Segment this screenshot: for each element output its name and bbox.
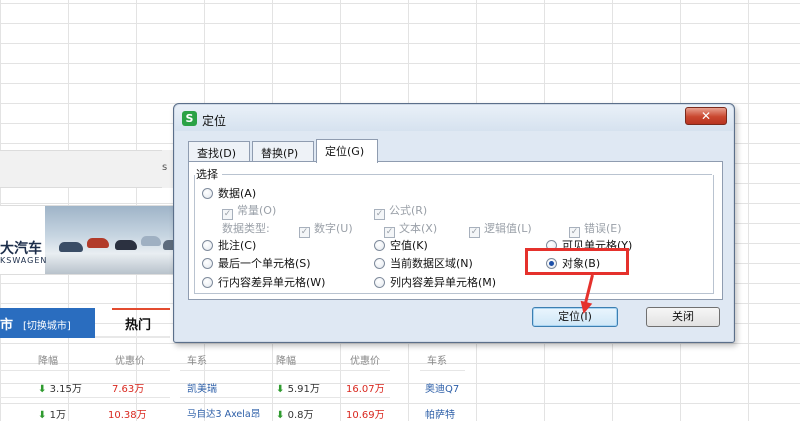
data-type-label: 数据类型: <box>222 222 270 235</box>
radio-icon <box>374 277 385 288</box>
close-dialog-button[interactable]: 关闭 <box>646 307 720 327</box>
group-divider <box>222 174 712 175</box>
radio-icon <box>374 258 385 269</box>
col-header-price: 优惠价 <box>350 356 380 367</box>
radio-blank[interactable]: 空值(K) <box>374 237 428 253</box>
col-header-series: 车系 <box>427 356 447 367</box>
checkbox-icon: ✓ <box>374 209 385 220</box>
radio-comment[interactable]: 批注(C) <box>202 237 256 253</box>
checkbox-icon: ✓ <box>222 209 233 220</box>
highlight-box <box>525 248 629 275</box>
table-row: ⬇ 5.91万 <box>276 384 320 395</box>
down-arrow-icon: ⬇ <box>276 410 285 421</box>
locate-button[interactable]: 定位(I) <box>532 307 618 327</box>
close-button[interactable]: ✕ <box>685 107 727 125</box>
check-logical[interactable]: ✓ 逻辑值(L) <box>469 220 532 238</box>
tab-replace[interactable]: 替换(P) <box>252 141 314 162</box>
car-series-link[interactable]: 马自达3 Axela昂 <box>187 406 260 420</box>
down-arrow-icon: ⬇ <box>38 410 47 421</box>
car-series-link[interactable]: 奥迪Q7 <box>425 380 459 395</box>
check-formula[interactable]: ✓ 公式(R) <box>374 202 427 220</box>
col-header-price: 优惠价 <box>115 356 145 367</box>
banner-image <box>45 206 185 274</box>
down-arrow-icon: ⬇ <box>38 384 47 395</box>
price-cell: 16.07万 <box>346 384 385 395</box>
price-cell: 7.63万 <box>112 384 145 395</box>
radio-icon <box>202 240 213 251</box>
col-header-drop: 降幅 <box>276 356 296 367</box>
radio-icon <box>374 240 385 251</box>
wps-app-icon: S <box>182 111 197 126</box>
radio-last-cell[interactable]: 最后一个单元格(S) <box>202 255 311 271</box>
radio-current-region[interactable]: 当前数据区域(N) <box>374 255 473 271</box>
tab-goto[interactable]: 定位(G) <box>316 139 378 163</box>
table-row: ⬇ 0.8万 <box>276 410 314 421</box>
radio-data[interactable]: 数据(A) <box>202 185 256 201</box>
city-label: 市 <box>0 318 14 333</box>
checkbox-icon: ✓ <box>299 227 310 238</box>
radio-row-diff[interactable]: 行内容差异单元格(W) <box>202 274 325 290</box>
switch-city-link[interactable]: [切换城市] <box>23 321 71 332</box>
radio-icon <box>202 277 213 288</box>
select-group-label: 选择 <box>196 168 218 181</box>
check-text[interactable]: ✓ 文本(X) <box>384 220 437 238</box>
col-header-series: 车系 <box>187 356 207 367</box>
tab-find[interactable]: 查找(D) <box>188 141 250 162</box>
radio-icon <box>202 188 213 199</box>
check-error[interactable]: ✓ 错误(E) <box>569 220 622 238</box>
price-cell: 10.38万 <box>108 410 147 421</box>
radio-col-diff[interactable]: 列内容差异单元格(M) <box>374 274 496 290</box>
grey-band <box>0 150 185 188</box>
price-cell: 10.69万 <box>346 410 385 421</box>
check-number[interactable]: ✓ 数字(U) <box>299 220 353 238</box>
car-series-link[interactable]: 帕萨特 <box>425 406 455 421</box>
check-constant[interactable]: ✓ 常量(O) <box>222 202 276 220</box>
dialog-title: 定位 <box>202 114 227 128</box>
dialog-title-bar[interactable]: S 定位 ✕ <box>175 105 733 131</box>
car-series-link[interactable]: 凯美瑞 <box>187 380 217 395</box>
hot-tab-underline <box>112 308 170 310</box>
city-selector[interactable]: 市 [切换城市] <box>0 308 95 338</box>
brand-subtitle: KSWAGEN <box>0 256 48 265</box>
brand-title: 大汽车 <box>0 241 42 257</box>
table-row: ⬇ 1万 <box>38 410 66 421</box>
hot-tab[interactable]: 热门 <box>125 314 151 333</box>
col-header-drop: 降幅 <box>38 356 58 367</box>
checkbox-icon: ✓ <box>469 227 480 238</box>
goto-dialog: S 定位 ✕ 查找(D) 替换(P) 定位(G) 选择 数据(A) ✓ 常量(O)… <box>173 103 735 343</box>
table-row: ⬇ 3.15万 <box>38 384 82 395</box>
radio-icon <box>202 258 213 269</box>
down-arrow-icon: ⬇ <box>276 384 285 395</box>
